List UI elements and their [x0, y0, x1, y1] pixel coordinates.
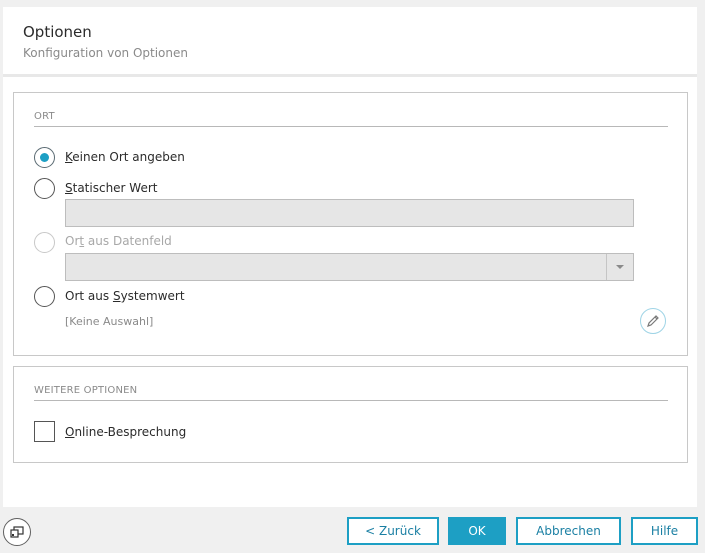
page-title: Optionen: [23, 23, 92, 41]
radio-label-statischer-wert[interactable]: Statischer Wert: [65, 181, 158, 195]
datafield-select[interactable]: [65, 253, 634, 281]
ok-button[interactable]: OK: [448, 517, 506, 545]
system-value-hint: [Keine Auswahl]: [65, 315, 154, 328]
weitere-optionen-panel: WEITERE OPTIONEN Online-Besprechung: [13, 366, 688, 463]
section-divider: [34, 400, 668, 401]
pencil-icon: [647, 315, 659, 327]
help-button[interactable]: Hilfe: [631, 517, 698, 545]
radio-label-ort-aus-systemwert[interactable]: Ort aus Systemwert: [65, 289, 185, 303]
page-subtitle: Konfiguration von Optionen: [23, 46, 188, 60]
ort-panel: ORT Keinen Ort angeben Statischer Wert O…: [13, 92, 688, 356]
static-value-input[interactable]: [65, 199, 634, 227]
radio-ort-aus-datenfeld[interactable]: [34, 232, 55, 253]
radio-keinen-ort[interactable]: [34, 147, 55, 168]
window-switch-icon: [10, 526, 24, 538]
section-divider: [34, 126, 668, 127]
cancel-button[interactable]: Abbrechen: [516, 517, 621, 545]
weitere-section-title: WEITERE OPTIONEN: [34, 385, 138, 396]
radio-label-ort-aus-datenfeld[interactable]: Ort aus Datenfeld: [65, 234, 172, 248]
edit-system-value-button[interactable]: [640, 308, 666, 334]
radio-ort-aus-systemwert[interactable]: [34, 286, 55, 307]
window-switch-button[interactable]: [3, 518, 31, 546]
back-button[interactable]: < Zurück: [347, 517, 439, 545]
online-besprechung-label[interactable]: Online-Besprechung: [65, 425, 186, 439]
radio-label-keinen-ort[interactable]: Keinen Ort angeben: [65, 150, 185, 164]
online-besprechung-checkbox[interactable]: [34, 421, 55, 442]
chevron-down-icon[interactable]: [606, 254, 633, 280]
ort-section-title: ORT: [34, 111, 55, 122]
radio-statischer-wert[interactable]: [34, 178, 55, 199]
dialog-header: Optionen Konfiguration von Optionen: [3, 7, 697, 77]
